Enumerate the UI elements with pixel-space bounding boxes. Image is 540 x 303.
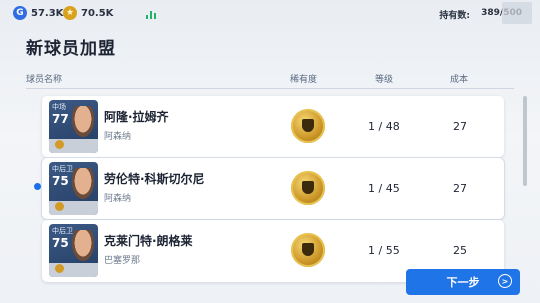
menu-corner-icon[interactable] — [502, 2, 532, 24]
gold-rarity-icon — [291, 109, 325, 143]
player-card: 中场 77 — [49, 100, 98, 153]
player-team: 阿森纳 — [104, 194, 132, 204]
list-scrollbar[interactable] — [523, 96, 527, 186]
player-rating: 75 — [52, 236, 69, 250]
gp-currency: G 57.3K — [13, 6, 63, 20]
player-cost: 25 — [453, 244, 467, 257]
gold-rarity-icon — [291, 233, 325, 267]
coin-icon: ★ — [63, 6, 77, 20]
player-portrait — [70, 168, 96, 202]
signal-icon — [146, 9, 156, 19]
player-cost: 27 — [453, 120, 467, 133]
selected-indicator — [34, 183, 41, 190]
holdings-label: 持有数: — [439, 11, 470, 21]
column-headers: 球员名称 稀有度 等级 成本 — [0, 72, 540, 86]
coin-currency: ★ 70.5K — [63, 6, 113, 20]
club-badge-icon — [55, 264, 64, 273]
player-row[interactable]: 中场 77 阿隆·拉姆齐 阿森纳 1 / 48 27 — [42, 96, 504, 157]
col-cost: 成本 — [450, 75, 469, 85]
next-step-label: 下一步 — [446, 276, 480, 289]
chevron-right-icon: > — [498, 274, 512, 288]
coin-value: 70.5K — [81, 7, 114, 19]
col-level: 等级 — [375, 75, 394, 85]
next-step-button[interactable]: 下一步 > — [406, 269, 520, 295]
top-bar: G 57.3K ★ 70.5K 持有数: 389/500 — [0, 0, 540, 28]
page-title: 新球员加盟 — [26, 39, 116, 59]
player-portrait — [70, 230, 96, 264]
player-card: 中后卫 75 — [49, 224, 98, 277]
gp-value: 57.3K — [31, 7, 64, 19]
player-cost: 27 — [453, 182, 467, 195]
player-rating: 77 — [52, 112, 69, 126]
player-team: 巴塞罗那 — [104, 256, 141, 266]
gp-icon: G — [13, 6, 27, 20]
player-card: 中后卫 75 — [49, 162, 98, 215]
club-badge-icon — [55, 140, 64, 149]
player-portrait — [70, 106, 96, 140]
gold-rarity-icon — [291, 171, 325, 205]
player-row[interactable]: 中后卫 75 劳伦特·科斯切尔尼 阿森纳 1 / 45 27 — [42, 158, 504, 219]
player-level: 1 / 55 — [368, 244, 400, 257]
player-name: 劳伦特·科斯切尔尼 — [104, 172, 205, 186]
col-rarity: 稀有度 — [290, 75, 318, 85]
player-level: 1 / 48 — [368, 120, 400, 133]
club-badge-icon — [55, 202, 64, 211]
player-team: 阿森纳 — [104, 132, 132, 142]
player-level: 1 / 45 — [368, 182, 400, 195]
player-position: 中场 — [52, 103, 66, 111]
player-name: 阿隆·拉姆齐 — [104, 110, 169, 124]
player-rating: 75 — [52, 174, 69, 188]
player-name: 克莱门特·朗格莱 — [104, 234, 193, 248]
header-divider — [26, 88, 514, 89]
col-player: 球员名称 — [26, 75, 63, 85]
